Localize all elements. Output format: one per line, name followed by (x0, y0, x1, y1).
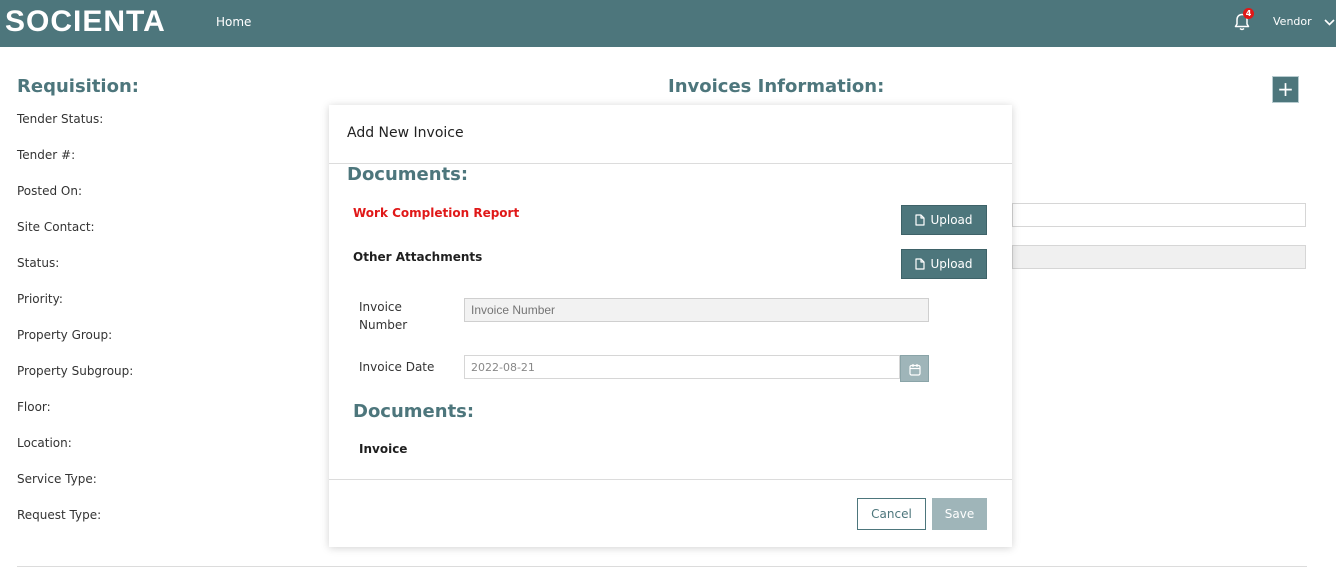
modal-footer-divider (329, 479, 1012, 480)
invoice-date-label: Invoice Date (359, 360, 435, 374)
top-navbar: SOCIENTA Home 4 Vendor (0, 0, 1336, 47)
priority-label: Priority: (17, 292, 63, 306)
invoice-number-label: Invoice Number (359, 300, 408, 332)
status-label: Status: (17, 256, 60, 270)
page-divider (17, 566, 1307, 567)
invoice-document-label: Invoice (359, 442, 408, 456)
tender-number-label: Tender #: (17, 148, 76, 162)
plus-icon: + (1277, 77, 1294, 101)
notification-badge: 4 (1243, 8, 1254, 19)
user-menu[interactable]: Vendor (1273, 15, 1312, 28)
background-input[interactable] (1012, 203, 1306, 227)
work-completion-report-label: Work Completion Report (353, 206, 520, 220)
file-icon (915, 214, 926, 226)
file-icon (915, 258, 926, 270)
upload-label: Upload (930, 213, 973, 227)
add-invoice-button[interactable]: + (1272, 76, 1299, 103)
modal-title: Add New Invoice (347, 125, 464, 141)
chevron-down-icon[interactable] (1323, 15, 1336, 29)
tender-status-label: Tender Status: (17, 112, 104, 126)
add-invoice-modal: Add New Invoice Documents: Work Completi… (329, 105, 1012, 547)
documents-heading: Documents: (347, 164, 469, 185)
calendar-button[interactable] (900, 355, 929, 382)
invoice-number-input[interactable] (464, 298, 929, 322)
service-type-label: Service Type: (17, 472, 97, 486)
posted-on-label: Posted On: (17, 184, 83, 198)
save-button[interactable]: Save (932, 498, 987, 530)
invoices-heading: Invoices Information: (668, 76, 885, 97)
requisition-heading: Requisition: (17, 76, 139, 97)
property-subgroup-label: Property Subgroup: (17, 364, 134, 378)
upload-other-attachments-button[interactable]: Upload (901, 249, 987, 279)
calendar-icon (908, 364, 921, 376)
floor-label: Floor: (17, 400, 51, 414)
other-attachments-label: Other Attachments (353, 250, 483, 264)
background-input-disabled (1012, 245, 1306, 269)
cancel-button[interactable]: Cancel (857, 498, 926, 530)
request-type-label: Request Type: (17, 508, 102, 522)
upload-label: Upload (930, 257, 973, 271)
app-logo[interactable]: SOCIENTA (5, 5, 166, 39)
documents-heading-2: Documents: (353, 401, 475, 422)
property-group-label: Property Group: (17, 328, 113, 342)
nav-home-link[interactable]: Home (216, 15, 251, 29)
invoice-date-input[interactable]: 2022-08-21 (464, 355, 900, 379)
upload-work-completion-button[interactable]: Upload (901, 205, 987, 235)
location-label: Location: (17, 436, 72, 450)
site-contact-label: Site Contact: (17, 220, 95, 234)
